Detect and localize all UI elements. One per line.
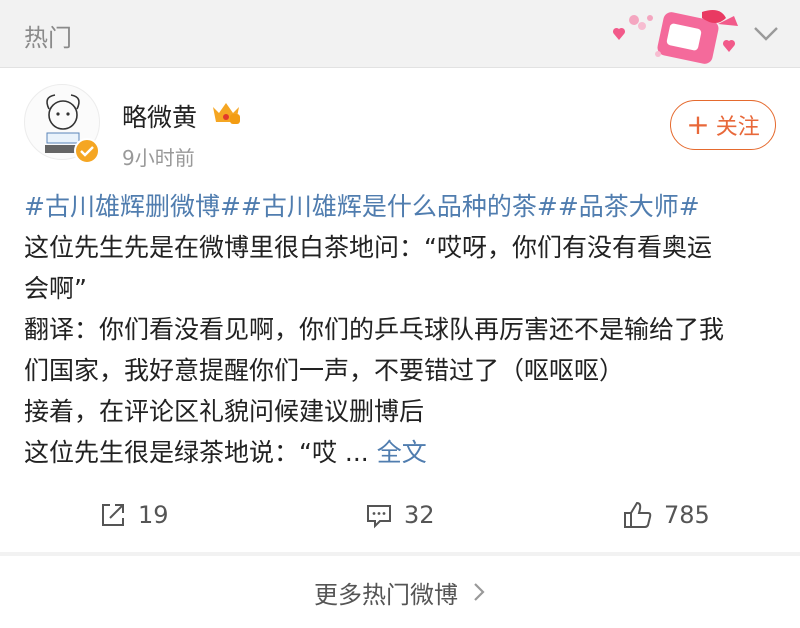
plus-icon: + bbox=[686, 108, 710, 141]
hashtag-link[interactable]: #古川雄辉是什么品种的茶# bbox=[241, 192, 558, 221]
comment-button[interactable]: 32 bbox=[364, 500, 435, 530]
weibo-post-card: 略微黄 9小时前 + 关注 #古川雄辉删微博##古川雄辉是什么品种的茶##品茶大… bbox=[0, 68, 800, 552]
full-text-link[interactable]: 全文 bbox=[377, 438, 427, 467]
post-text-line: 翻译：你们看没看见啊，你们的乒乓球队再厉害还不是输给了我 bbox=[24, 315, 725, 344]
like-button[interactable]: 785 bbox=[622, 500, 710, 530]
post-text-line: 这位先生先是在微博里很白茶地问：“哎呀，你们有没有看奥运 bbox=[24, 233, 712, 262]
hashtag-link[interactable]: #品茶大师# bbox=[558, 192, 700, 221]
comment-icon bbox=[367, 505, 391, 529]
username[interactable]: 略微黄 bbox=[122, 98, 197, 134]
post-text-line: 会啊” bbox=[24, 274, 87, 303]
more-hot-posts[interactable]: 更多热门微博 bbox=[0, 556, 800, 628]
hashtag-line: #古川雄辉删微博##古川雄辉是什么品种的茶##品茶大师# bbox=[24, 186, 784, 227]
more-hot-posts-link[interactable]: 更多热门微博 bbox=[0, 556, 800, 628]
post-text-fragment: 这位先生很是绿茶地说：“哎 ... bbox=[24, 438, 369, 467]
post-text-line: 们国家，我好意提醒你们一声，不要错过了（呕呕呕） bbox=[24, 356, 625, 385]
chevron-right-icon bbox=[474, 583, 485, 601]
crown-badge-icon bbox=[213, 103, 240, 124]
share-icon bbox=[102, 504, 124, 526]
post-content: #古川雄辉删微博##古川雄辉是什么品种的茶##品茶大师# 这位先生先是在微博里很… bbox=[24, 186, 784, 473]
hashtag-link[interactable]: #古川雄辉删微博# bbox=[24, 192, 241, 221]
gift-box-decoration-icon bbox=[612, 10, 738, 64]
post-actions: 19 32 785 bbox=[0, 488, 800, 548]
like-count: 785 bbox=[664, 501, 710, 529]
follow-label: 关注 bbox=[715, 115, 760, 140]
top-bar: 热门 bbox=[0, 0, 800, 68]
post-text-line: 接着，在评论区礼貌问候建议删博后 bbox=[24, 397, 425, 426]
more-hot-posts-label: 更多热门微博 bbox=[314, 580, 458, 609]
page-title: 热门 bbox=[24, 24, 72, 52]
comment-count: 32 bbox=[404, 501, 435, 529]
follow-button[interactable]: + 关注 bbox=[670, 100, 776, 150]
post-time: 9小时前 bbox=[122, 146, 195, 170]
repost-button[interactable]: 19 bbox=[98, 500, 169, 530]
thumbs-up-icon bbox=[624, 501, 652, 528]
verified-badge-icon bbox=[74, 138, 100, 164]
chevron-down-icon[interactable] bbox=[752, 22, 780, 44]
post-text-line: 这位先生很是绿茶地说：“哎 ... 全文 bbox=[24, 432, 784, 473]
repost-count: 19 bbox=[138, 501, 169, 529]
